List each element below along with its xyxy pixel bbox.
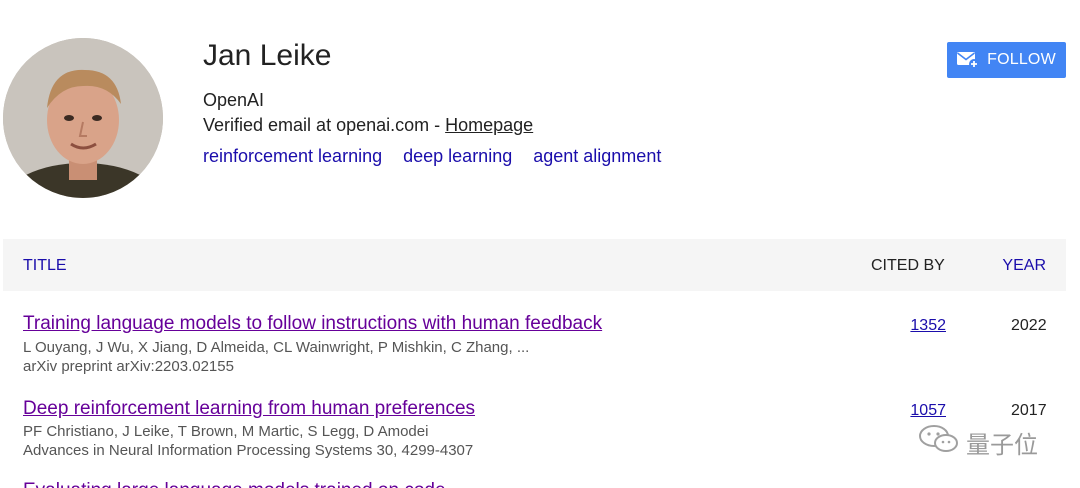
interest-link[interactable]: reinforcement learning <box>203 146 382 166</box>
table-row: Training language models to follow instr… <box>23 313 1066 383</box>
research-interests: reinforcement learning deep learning age… <box>203 145 677 167</box>
wechat-icon <box>918 424 960 461</box>
table-row: Deep reinforcement learning from human p… <box>23 398 1066 468</box>
paper-title-link[interactable]: Deep reinforcement learning from human p… <box>23 398 475 420</box>
profile-name: Jan Leike <box>203 39 332 72</box>
paper-venue: arXiv preprint arXiv:2203.02155 <box>23 358 234 375</box>
sort-by-year[interactable]: YEAR <box>1002 257 1046 275</box>
follow-label: FOLLOW <box>987 51 1056 68</box>
paper-authors: PF Christiano, J Leike, T Brown, M Marti… <box>23 423 429 440</box>
paper-year: 2022 <box>1011 317 1047 334</box>
table-row: Evaluating large language models trained… <box>23 480 1066 488</box>
profile-avatar <box>3 38 163 198</box>
paper-title-link[interactable]: Training language models to follow instr… <box>23 313 602 335</box>
paper-authors: L Ouyang, J Wu, X Jiang, D Almeida, CL W… <box>23 339 530 356</box>
paper-title-link[interactable]: Evaluating large language models trained… <box>23 480 446 488</box>
interest-link[interactable]: agent alignment <box>533 146 661 166</box>
follow-mail-icon <box>957 51 980 69</box>
cited-by-link[interactable]: 1057 <box>910 402 946 420</box>
profile-affiliation: OpenAI <box>203 90 265 110</box>
interest-link[interactable]: deep learning <box>403 146 512 166</box>
watermark-text: 量子位 <box>966 432 1038 459</box>
sort-by-title[interactable]: TITLE <box>23 257 67 275</box>
watermark: 量子位 <box>918 424 1038 461</box>
homepage-link[interactable]: Homepage <box>445 115 533 135</box>
follow-button[interactable]: FOLLOW <box>947 42 1066 78</box>
email-text: Verified email at openai.com - <box>203 115 446 135</box>
table-header: TITLE CITED BY YEAR <box>3 239 1066 291</box>
paper-year: 2017 <box>1011 402 1047 419</box>
profile-email: Verified email at openai.com - Homepage <box>203 114 533 136</box>
column-cited-by: CITED BY <box>871 257 945 274</box>
cited-by-link[interactable]: 1352 <box>910 317 946 335</box>
paper-venue: Advances in Neural Information Processin… <box>23 442 474 459</box>
